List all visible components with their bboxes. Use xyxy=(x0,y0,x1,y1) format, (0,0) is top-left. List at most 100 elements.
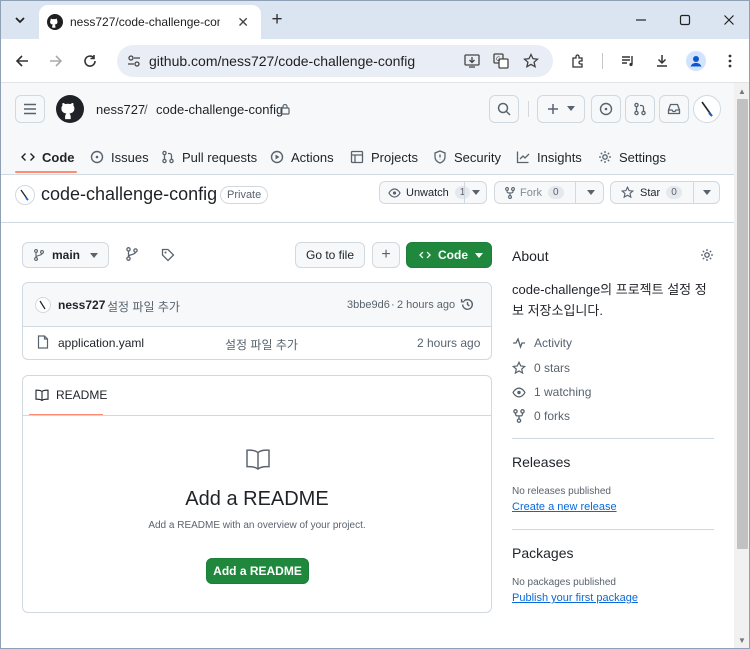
create-new-button[interactable] xyxy=(537,95,585,123)
tab-projects[interactable]: Projects xyxy=(350,139,418,175)
translate-icon[interactable]: G xyxy=(492,52,510,70)
triangle-down-icon xyxy=(567,106,575,111)
browser-tab[interactable]: ness727/code-challenge-config ✕ xyxy=(39,5,261,39)
add-file-button[interactable]: + xyxy=(372,242,400,268)
fork-button[interactable]: Fork 0 xyxy=(494,181,604,204)
tab-pull-requests[interactable]: Pull requests xyxy=(161,139,257,175)
toolbar-divider xyxy=(602,53,603,69)
avatar-image-icon xyxy=(701,101,713,117)
repo-name[interactable]: code-challenge-config xyxy=(41,184,217,205)
minimize-button[interactable] xyxy=(631,11,651,29)
kebab-menu-icon xyxy=(728,54,732,68)
about-title: About xyxy=(512,248,549,264)
file-commit-message[interactable]: 설정 파일 추가 xyxy=(225,336,298,353)
go-to-file-button[interactable]: Go to file xyxy=(295,242,365,268)
add-readme-label: Add a README xyxy=(213,564,302,578)
minimize-icon xyxy=(636,19,646,21)
breadcrumb-repo[interactable]: code-challenge-config xyxy=(156,102,283,117)
gear-icon xyxy=(701,249,713,261)
forward-button[interactable] xyxy=(45,50,67,72)
commit-hash[interactable]: 3bbe9d6 xyxy=(347,299,390,311)
inbox-header-button[interactable] xyxy=(659,95,689,123)
github-logo-icon xyxy=(47,14,63,30)
branch-selector[interactable]: main xyxy=(22,242,109,268)
commit-author-avatar[interactable] xyxy=(35,297,51,313)
issues-header-button[interactable] xyxy=(591,95,621,123)
tab-title: ness727/code-challenge-config xyxy=(70,15,220,29)
commit-message[interactable]: 설정 파일 추가 xyxy=(107,298,180,315)
tab-search-button[interactable] xyxy=(9,9,31,31)
github-logo[interactable] xyxy=(56,95,84,123)
tab-security[interactable]: Security xyxy=(433,139,501,175)
fork-label: Fork xyxy=(520,186,542,199)
maximize-button[interactable] xyxy=(675,11,695,29)
file-row[interactable]: application.yaml 설정 파일 추가 2 hours ago xyxy=(23,327,491,360)
publish-package-link[interactable]: Publish your first package xyxy=(512,592,638,604)
watching-label: 1 watching xyxy=(534,385,592,399)
breadcrumb-separator: / xyxy=(144,102,148,117)
forks-link[interactable]: 0 forks xyxy=(512,409,570,423)
pulse-icon xyxy=(513,337,525,349)
close-tab-icon[interactable]: ✕ xyxy=(237,14,249,31)
page-scrollbar[interactable]: ▲ ▼ xyxy=(734,83,749,648)
sidebar-divider xyxy=(512,438,714,439)
star-button[interactable]: Star 0 xyxy=(610,181,720,204)
unwatch-button[interactable]: Unwatch 1 xyxy=(379,181,487,204)
readme-tab[interactable]: README xyxy=(35,388,107,402)
browser-toolbar: github.com/ness727/code-challenge-config… xyxy=(1,39,749,83)
add-readme-button[interactable]: Add a README xyxy=(206,558,309,584)
header-search-button[interactable] xyxy=(489,95,519,123)
tags-link[interactable] xyxy=(161,248,177,264)
tab-insights[interactable]: Insights xyxy=(516,139,582,175)
repo-owner-avatar[interactable] xyxy=(15,185,35,205)
file-name[interactable]: application.yaml xyxy=(58,336,144,350)
about-settings-button[interactable] xyxy=(700,248,716,264)
tab-settings[interactable]: Settings xyxy=(598,139,666,175)
watching-link[interactable]: 1 watching xyxy=(512,385,591,399)
reload-button[interactable] xyxy=(79,50,101,72)
tab-pull-requests-label: Pull requests xyxy=(182,149,258,165)
profile-button[interactable] xyxy=(685,50,707,72)
pull-requests-header-button[interactable] xyxy=(625,95,655,123)
table-icon xyxy=(350,150,364,164)
branches-link[interactable] xyxy=(125,247,141,263)
back-button[interactable] xyxy=(11,50,33,72)
commit-author[interactable]: ness727 xyxy=(58,298,105,312)
new-tab-button[interactable]: + xyxy=(266,9,288,31)
scroll-down-arrow[interactable]: ▼ xyxy=(738,636,746,645)
user-avatar[interactable] xyxy=(693,95,721,123)
bookmark-star-icon[interactable] xyxy=(522,52,540,70)
eye-icon xyxy=(388,187,401,198)
downloads-button[interactable] xyxy=(651,50,673,72)
scrollbar-thumb[interactable] xyxy=(737,99,748,549)
install-app-icon[interactable] xyxy=(463,52,481,70)
extensions-button[interactable] xyxy=(567,50,589,72)
fork-count: 0 xyxy=(548,186,564,199)
code-button-label: Code xyxy=(438,248,468,262)
tab-actions-label: Actions xyxy=(291,149,334,165)
site-info-icon[interactable] xyxy=(127,54,141,68)
create-release-link[interactable]: Create a new release xyxy=(512,501,617,513)
commit-history-button[interactable] xyxy=(460,297,476,313)
media-button[interactable] xyxy=(617,50,639,72)
svg-text:G: G xyxy=(496,56,501,63)
address-bar[interactable]: github.com/ness727/code-challenge-config… xyxy=(117,45,553,77)
hamburger-menu-button[interactable] xyxy=(15,95,45,123)
scroll-up-arrow[interactable]: ▲ xyxy=(738,87,746,96)
readme-tab-label: README xyxy=(56,388,108,402)
tab-projects-label: Projects xyxy=(371,149,418,165)
tab-code[interactable]: Code xyxy=(21,139,75,175)
stars-link[interactable]: 0 stars xyxy=(512,361,570,375)
packages-title[interactable]: Packages xyxy=(512,545,573,561)
breadcrumb-owner[interactable]: ness727 xyxy=(96,102,145,117)
activity-link[interactable]: Activity xyxy=(512,336,572,350)
releases-title[interactable]: Releases xyxy=(512,454,570,470)
browser-menu-button[interactable] xyxy=(719,50,741,72)
tab-settings-label: Settings xyxy=(619,149,666,165)
close-window-button[interactable] xyxy=(719,11,739,29)
profile-avatar-icon xyxy=(686,51,706,71)
tab-issues[interactable]: Issues xyxy=(90,139,149,175)
lock-icon xyxy=(280,103,290,115)
tab-actions[interactable]: Actions xyxy=(270,139,334,175)
code-download-button[interactable]: Code xyxy=(406,242,492,268)
